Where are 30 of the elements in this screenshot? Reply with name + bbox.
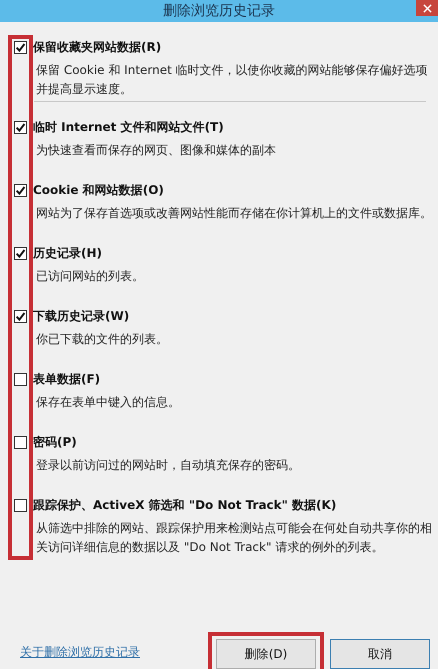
cancel-button[interactable]: 取消	[330, 639, 430, 669]
checkbox[interactable]	[14, 41, 27, 54]
option-description: 网站为了保存首选项或改善网站性能而存储在你计算机上的文件或数据库。	[35, 205, 432, 222]
option-label: 跟踪保护、ActiveX 筛选和 "Do Not Track" 数据(K)	[33, 497, 338, 514]
checkbox[interactable]	[14, 310, 27, 323]
close-icon	[422, 4, 432, 12]
option-label: 保留收藏夹网站数据(R)	[33, 39, 162, 56]
help-link[interactable]: 关于删除浏览历史记录	[20, 644, 140, 661]
option-description: 已访问网站的列表。	[35, 268, 144, 285]
close-button[interactable]	[416, 0, 438, 16]
option-description: 保存在表单中键入的信息。	[35, 394, 180, 411]
option-label: 表单数据(F)	[33, 371, 102, 388]
option-description: 你已下载的文件的列表。	[35, 331, 168, 348]
window-title: 删除浏览历史记录	[163, 2, 275, 20]
option-label: Cookie 和网站数据(O)	[33, 182, 165, 199]
checkbox[interactable]	[14, 373, 27, 386]
option-label: 历史记录(H)	[33, 245, 104, 262]
checkbox[interactable]	[14, 184, 27, 197]
option-label: 下载历史记录(W)	[33, 308, 130, 325]
option-description: 从筛选中排除的网站、跟踪保护用来检测站点可能会在何处自动共享你的相关访问详细信息的数据以及 "Do Not Track" 请求的例外的列表。	[35, 520, 432, 556]
option-description: 保留 Cookie 和 Internet 临时文件，以使你收藏的网站能够保存偏好选项并提高显示速度。	[35, 62, 429, 98]
checkbox[interactable]	[14, 436, 27, 449]
checkbox[interactable]	[14, 499, 27, 512]
option-description: 登录以前访问过的网站时，自动填充保存的密码。	[35, 457, 300, 474]
option-description: 为快速查看而保存的网页、图像和媒体的副本	[35, 142, 276, 159]
option-label: 临时 Internet 文件和网站文件(T)	[33, 119, 225, 136]
delete-button[interactable]: 删除(D)	[216, 639, 316, 669]
option-label: 密码(P)	[33, 434, 78, 451]
checkbox[interactable]	[14, 247, 27, 260]
checkbox[interactable]	[14, 121, 27, 134]
